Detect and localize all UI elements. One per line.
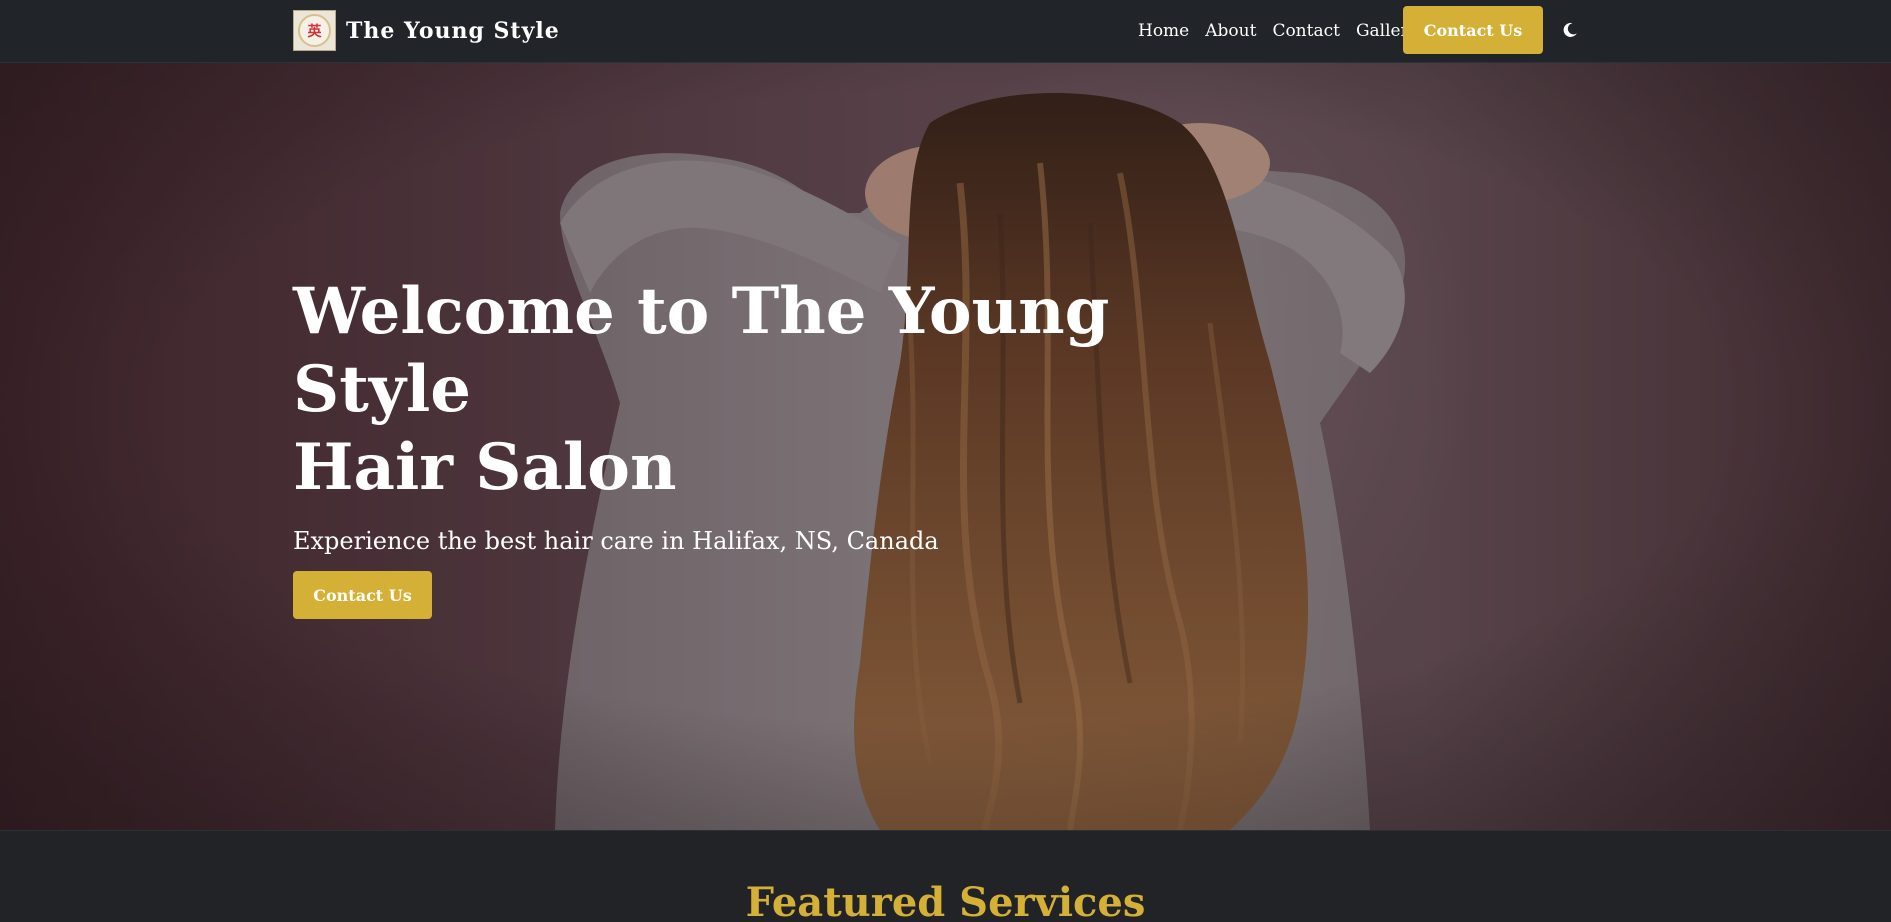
hero-contact-us-button[interactable]: Contact Us (293, 571, 432, 619)
nav-link-home[interactable]: Home (1138, 21, 1189, 41)
featured-services-title: Featured Services (745, 879, 1146, 922)
hero-content: Welcome to The Young Style Hair Salon Ex… (293, 273, 1193, 619)
nav-link-about[interactable]: About (1205, 21, 1256, 41)
nav-links: Home About Contact Gallery (1138, 19, 1418, 43)
hero-title-line-1: Welcome to The Young Style (293, 274, 1110, 427)
brand-name[interactable]: The Young Style (346, 18, 560, 44)
logo-glyph: 英 (298, 14, 331, 47)
moon-icon[interactable] (1560, 20, 1580, 40)
nav-link-contact[interactable]: Contact (1272, 21, 1340, 41)
hero-title: Welcome to The Young Style Hair Salon (293, 273, 1193, 507)
brand[interactable]: 英 The Young Style (293, 10, 560, 51)
nav-contact-us-button[interactable]: Contact Us (1403, 6, 1543, 54)
hero-section: Welcome to The Young Style Hair Salon Ex… (0, 63, 1891, 830)
hero-title-line-2: Hair Salon (293, 430, 677, 505)
hero-subtitle: Experience the best hair care in Halifax… (293, 527, 939, 555)
featured-services-section: Featured Services (0, 830, 1891, 922)
navbar: 英 The Young Style Home About Contact Gal… (0, 0, 1891, 63)
salon-logo-icon: 英 (293, 10, 336, 51)
